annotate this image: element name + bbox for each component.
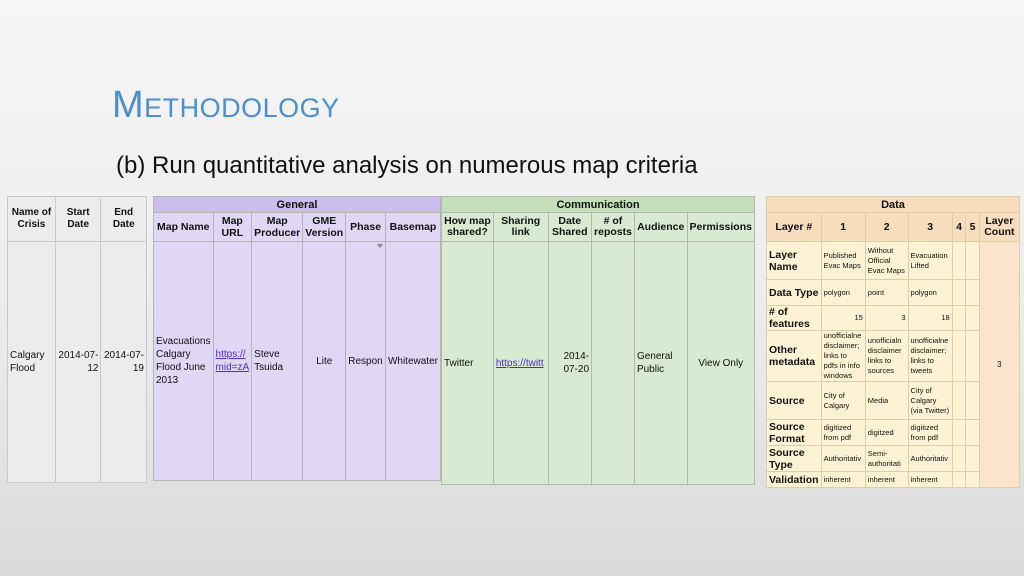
header-start-date: Start Date	[54, 196, 102, 242]
cell-how-shared[interactable]: Twitter	[441, 241, 494, 485]
data-cell[interactable]	[965, 279, 980, 306]
header-layer-number: Layer #	[766, 212, 822, 242]
cell-sharing-link[interactable]: https://twitt	[492, 241, 549, 485]
cell-basemap[interactable]: Whitewater	[384, 241, 442, 481]
data-cell[interactable]: 3	[864, 305, 909, 331]
data-cell[interactable]	[951, 241, 967, 280]
row-label-validation: Validation	[766, 471, 822, 488]
data-cell[interactable]	[965, 471, 980, 488]
data-cell[interactable]	[965, 381, 980, 420]
data-cell[interactable]: inherent	[820, 471, 866, 488]
cell-gme-version[interactable]: Lite	[302, 241, 347, 481]
header-audience: Audience	[633, 212, 688, 242]
data-cell[interactable]	[951, 445, 967, 472]
header-layer-4: 4	[951, 212, 967, 242]
cell-reposts[interactable]	[591, 241, 635, 485]
row-label-other-metadata: Other metadata	[766, 330, 822, 382]
header-reposts: # of reposts	[591, 212, 635, 242]
header-layer-2: 2	[864, 212, 909, 242]
data-cell[interactable]: inherent	[864, 471, 909, 488]
cell-audience[interactable]: General Public	[633, 241, 688, 485]
data-cell[interactable]: polygon	[907, 279, 953, 306]
row-label-source-format: Source Format	[766, 419, 822, 446]
data-cell[interactable]: Authoritativ	[820, 445, 866, 472]
cell-permissions[interactable]: View Only	[686, 241, 756, 485]
data-cell[interactable]: Authoritativ	[907, 445, 953, 472]
data-cell[interactable]: City of Calgary	[820, 381, 866, 420]
crisis-table: Name of Crisis Start Date End Date Calga…	[7, 196, 147, 483]
data-cell[interactable]: point	[864, 279, 909, 306]
data-cell[interactable]: inherent	[907, 471, 953, 488]
data-cell[interactable]: Published Evac Maps	[820, 241, 866, 280]
cell-start-date[interactable]: 2014-07-12	[54, 241, 102, 483]
data-cell[interactable]: digitized from pdf	[907, 419, 953, 446]
header-permissions: Permissions	[686, 212, 756, 242]
cell-map-name[interactable]: Evacuations Calgary Flood June 2013	[153, 241, 214, 481]
data-cell[interactable]	[965, 330, 980, 382]
data-cell[interactable]: City of Calgary (via Twitter)	[907, 381, 953, 420]
cell-phase[interactable]: Respon	[345, 241, 386, 481]
header-name-of-crisis: Name of Crisis	[7, 196, 56, 242]
communication-table: Communication How map shared? Sharing li…	[441, 196, 756, 485]
data-cell[interactable]: 15	[820, 305, 866, 331]
data-table: Data Layer # 1 2 3 4 5 Layer Count Layer…	[766, 196, 1021, 488]
slide-title: Methodology	[112, 84, 340, 126]
header-gme-version: GME Version	[302, 212, 347, 242]
general-table: General Map Name Map URL Map Producer GM…	[153, 196, 442, 481]
data-cell[interactable]: unofficialn disclaimer links to sources	[864, 330, 909, 382]
header-map-name: Map Name	[153, 212, 214, 242]
data-cell[interactable]: Semi-authoritati	[864, 445, 909, 472]
header-phase: Phase	[345, 212, 386, 242]
data-cell[interactable]	[965, 241, 980, 280]
data-cell[interactable]	[965, 305, 980, 331]
data-cell[interactable]: unofficialne disclaimer; links to tweets	[907, 330, 953, 382]
header-layer-5: 5	[965, 212, 980, 242]
header-end-date: End Date	[100, 196, 147, 242]
header-basemap: Basemap	[384, 212, 442, 242]
cell-end-date[interactable]: 2014-07-19	[100, 241, 147, 483]
data-cell[interactable]: Media	[864, 381, 909, 420]
header-layer-3: 3	[907, 212, 953, 242]
cell-date-shared[interactable]: 2014-07-20	[547, 241, 593, 485]
header-how-map-shared: How map shared?	[441, 212, 494, 242]
data-cell[interactable]	[965, 445, 980, 472]
cell-map-url[interactable]: https:// mid=zA	[212, 241, 253, 481]
group-general: General	[153, 196, 441, 213]
row-label-features: # of features	[766, 305, 822, 331]
data-cell[interactable]: Evacuation Lifted	[907, 241, 953, 280]
header-date-shared: Date Shared	[547, 212, 593, 242]
row-label-source: Source	[766, 381, 822, 420]
header-layer-1: 1	[820, 212, 866, 242]
cell-crisis-name[interactable]: Calgary Flood	[7, 241, 56, 483]
cell-layer-count[interactable]: 3	[978, 241, 1021, 488]
slide-subtitle: (b) Run quantitative analysis on numerou…	[116, 152, 698, 179]
header-sharing-link: Sharing link	[492, 212, 549, 242]
data-cell[interactable]	[951, 471, 967, 488]
data-cell[interactable]: polygon	[820, 279, 866, 306]
data-cell[interactable]: digitized from pdf	[820, 419, 866, 446]
group-communication: Communication	[441, 196, 755, 213]
data-cell[interactable]: digitzed	[864, 419, 909, 446]
header-layer-count: Layer Count	[978, 212, 1021, 242]
cell-map-producer[interactable]: Steve Tsuida	[251, 241, 304, 481]
row-label-layer-name: Layer Name	[766, 241, 822, 280]
data-cell[interactable]: Without Official Evac Maps	[864, 241, 909, 280]
data-cell[interactable]: unofficialne disclaimer; links to pdfs i…	[820, 330, 866, 382]
header-map-producer: Map Producer	[251, 212, 304, 242]
data-cell[interactable]	[951, 330, 967, 382]
row-label-source-type: Source Type	[766, 445, 822, 472]
header-map-url: Map URL	[212, 212, 253, 242]
data-cell[interactable]	[951, 279, 967, 306]
data-cell[interactable]: 18	[907, 305, 953, 331]
group-data: Data	[766, 196, 1020, 213]
row-label-data-type: Data Type	[766, 279, 822, 306]
data-cell[interactable]	[951, 419, 967, 446]
dropdown-arrow-icon[interactable]	[377, 244, 383, 248]
data-cell[interactable]	[951, 305, 967, 331]
data-cell[interactable]	[951, 381, 967, 420]
data-cell[interactable]	[965, 419, 980, 446]
